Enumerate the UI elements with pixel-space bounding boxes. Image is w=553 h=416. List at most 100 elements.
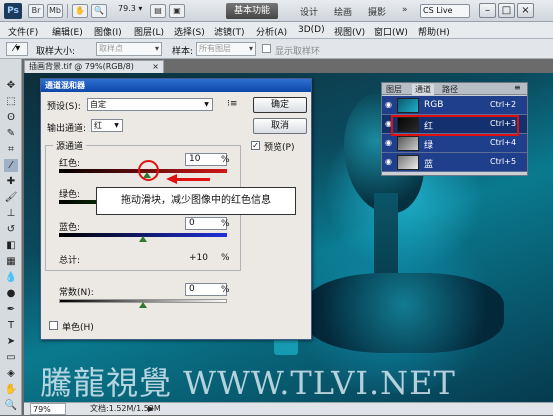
menu-window[interactable]: 窗口(W) <box>374 25 408 38</box>
arrow-icon <box>176 178 210 181</box>
menu-file[interactable]: 文件(F) <box>8 25 38 38</box>
lasso-tool-icon[interactable]: ʘ <box>4 111 18 124</box>
workspace-photography[interactable]: 摄影 <box>368 5 386 18</box>
output-channel-value: 红 <box>94 121 102 130</box>
menu-edit[interactable]: 编辑(E) <box>52 25 83 38</box>
channel-row-rgb[interactable]: ◉ RGB Ctrl+2 <box>382 96 527 115</box>
menu-help[interactable]: 帮助(H) <box>418 25 450 38</box>
preset-options-icon[interactable]: ⁝≡ <box>227 99 237 109</box>
sample-size-value: 取样点 <box>99 44 123 53</box>
constant-percent: % <box>221 285 230 295</box>
tab-channels[interactable]: 通道 <box>412 84 434 95</box>
menu-view[interactable]: 视图(V) <box>334 25 365 38</box>
preset-value: 自定 <box>90 100 106 109</box>
preview-label: 预览(P) <box>264 143 295 153</box>
hand-tool-icon[interactable]: ✋ <box>4 383 18 396</box>
watermark: 騰龍視覺 WWW.TLVI.NET <box>40 364 456 402</box>
eyedropper-preset-icon[interactable]: ⁄▾ <box>6 42 28 56</box>
menu-layer[interactable]: 图层(L) <box>134 25 164 38</box>
channel-name: 蓝 <box>424 160 434 170</box>
close-button[interactable]: × <box>517 3 534 18</box>
panel-menu-icon[interactable]: ≡ <box>514 83 521 92</box>
menu-analysis[interactable]: 分析(A) <box>256 25 287 38</box>
menu-image[interactable]: 图像(I) <box>94 25 122 38</box>
total-label: 总计: <box>59 256 81 266</box>
status-bar: 79% 文档:1.52M/1.52M ▶ <box>24 402 553 415</box>
minibridge-icon[interactable]: Mb <box>47 4 63 18</box>
cs-live-button[interactable]: CS Live <box>420 4 470 18</box>
preset-select[interactable]: 自定 ▼ <box>87 98 213 111</box>
channel-thumbnail <box>397 136 419 151</box>
status-arrow-icon[interactable]: ▶ <box>148 403 154 415</box>
move-tool-icon[interactable]: ✥ <box>4 79 18 92</box>
history-brush-tool-icon[interactable]: ↺ <box>4 223 18 236</box>
options-bar: ⁄▾ 取样大小: 取样点 ▾ 样本: 所有图层 ▾ 显示取样环 <box>0 39 553 59</box>
status-zoom-field[interactable]: 79% <box>30 403 66 415</box>
green-label: 绿色: <box>59 190 81 200</box>
clone-stamp-tool-icon[interactable]: ⊥ <box>4 207 18 220</box>
dodge-tool-icon[interactable]: ● <box>4 287 18 300</box>
document-tab[interactable]: 插画背景.tif @ 79%(RGB/8) × <box>24 60 164 73</box>
blue-slider-thumb[interactable] <box>139 236 147 242</box>
preview-checkbox[interactable]: ✓ <box>251 141 260 150</box>
channel-thumbnail <box>397 98 419 113</box>
minimize-button[interactable]: – <box>479 3 496 18</box>
bridge-icon[interactable]: Br <box>28 4 44 18</box>
gradient-tool-icon[interactable]: ▦ <box>4 255 18 268</box>
monochrome-checkbox[interactable] <box>49 321 58 330</box>
eye-icon[interactable]: ◉ <box>385 101 393 109</box>
menu-select[interactable]: 选择(S) <box>174 25 205 38</box>
workspace-more-button[interactable]: » <box>402 5 408 15</box>
path-selection-tool-icon[interactable]: ➤ <box>4 335 18 348</box>
eyedropper-tool-icon[interactable]: ⁄ <box>4 159 18 172</box>
workspace-design[interactable]: 设计 <box>300 5 318 18</box>
document-close-icon[interactable]: × <box>152 61 159 73</box>
constant-slider-thumb[interactable] <box>139 302 147 308</box>
highlight-box <box>391 115 519 136</box>
sample-size-select[interactable]: 取样点 ▾ <box>96 42 162 56</box>
eye-icon[interactable]: ◉ <box>385 158 393 166</box>
shape-tool-icon[interactable]: ▭ <box>4 351 18 364</box>
tab-paths[interactable]: 路径 <box>442 84 458 95</box>
ok-button[interactable]: 确定 <box>253 97 307 113</box>
maximize-button[interactable]: □ <box>498 3 515 18</box>
channel-row-green[interactable]: ◉ 绿 Ctrl+4 <box>382 134 527 153</box>
pen-tool-icon[interactable]: ✒ <box>4 303 18 316</box>
crop-tool-icon[interactable]: ⌗ <box>4 143 18 156</box>
sample-value: 所有图层 <box>199 44 231 53</box>
brush-tool-icon[interactable]: 🖌 <box>4 191 18 204</box>
output-channel-label: 输出通道: <box>47 124 87 134</box>
zoom-icon[interactable]: 🔍 <box>91 4 107 18</box>
photoshop-logo: Ps <box>4 3 22 19</box>
output-channel-select[interactable]: 红 ▼ <box>91 119 123 132</box>
menu-filter[interactable]: 滤镜(T) <box>214 25 245 38</box>
sample-select[interactable]: 所有图层 ▾ <box>196 42 256 56</box>
eraser-tool-icon[interactable]: ◧ <box>4 239 18 252</box>
channel-shortcut: Ctrl+4 <box>490 138 517 147</box>
menu-3d[interactable]: 3D(D) <box>298 25 325 35</box>
eye-icon[interactable]: ◉ <box>385 139 393 147</box>
healing-brush-tool-icon[interactable]: ✚ <box>4 175 18 188</box>
3d-rotate-tool-icon[interactable]: ◈ <box>4 367 18 380</box>
quick-select-tool-icon[interactable]: ✎ <box>4 127 18 140</box>
show-sampling-ring-checkbox[interactable] <box>262 44 271 53</box>
hand-icon[interactable]: ✋ <box>72 4 88 18</box>
workspace-essentials-button[interactable]: 基本功能 <box>226 3 278 19</box>
red-percent: % <box>221 155 230 165</box>
marquee-tool-icon[interactable]: ⬚ <box>4 95 18 108</box>
menu-bar: 文件(F) 编辑(E) 图像(I) 图层(L) 选择(S) 滤镜(T) 分析(A… <box>0 22 553 39</box>
chevron-down-icon: ▼ <box>204 101 209 108</box>
tools-panel: ✥ ⬚ ʘ ✎ ⌗ ⁄ ✚ 🖌 ⊥ ↺ ◧ ▦ 💧 ● ✒ T ➤ ▭ ◈ ✋ … <box>0 59 22 415</box>
zoom-tool-icon[interactable]: 🔍 <box>4 399 18 412</box>
cancel-button[interactable]: 取消 <box>253 118 307 134</box>
channel-row-blue[interactable]: ◉ 蓝 Ctrl+5 <box>382 153 527 172</box>
channel-shortcut: Ctrl+2 <box>490 100 517 109</box>
workspace-painting[interactable]: 绘画 <box>334 5 352 18</box>
arrange-documents-icon[interactable]: ▤ <box>150 4 166 18</box>
tab-layers[interactable]: 图层 <box>386 84 402 95</box>
blur-tool-icon[interactable]: 💧 <box>4 271 18 284</box>
type-tool-icon[interactable]: T <box>4 319 18 332</box>
zoom-level[interactable]: 79.3 ▾ <box>118 4 142 18</box>
screen-mode-icon[interactable]: ▣ <box>169 4 185 18</box>
blue-percent: % <box>221 219 230 229</box>
